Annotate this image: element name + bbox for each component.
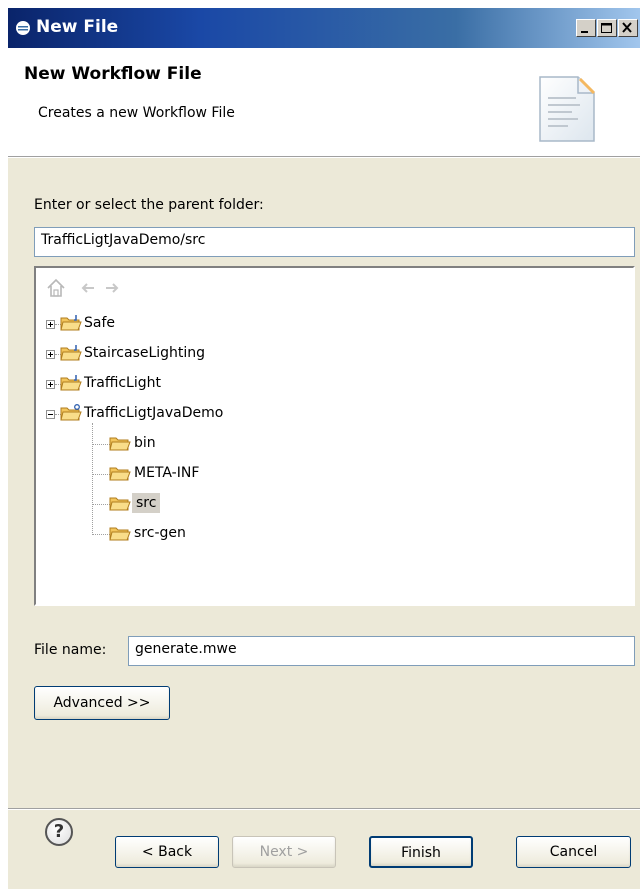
parent-folder-label: Enter or select the parent folder: [34,197,264,213]
folder-icon [109,437,131,451]
parent-folder-input[interactable]: TrafficLigtJavaDemo/src [34,227,635,257]
new-file-banner-icon [539,76,596,142]
forward-arrow-icon[interactable] [102,278,122,298]
title-bar[interactable]: New File [8,8,640,48]
tree-item-src-gen[interactable]: src-gen [92,522,252,546]
file-name-label: File name: [34,642,107,658]
left-edge [0,8,8,889]
top-strip [0,0,640,8]
expand-icon[interactable] [46,320,55,329]
header-separator [8,157,640,158]
help-icon[interactable]: ? [45,818,73,846]
home-icon[interactable] [46,278,66,298]
tree-item-label-selected: src [132,493,161,513]
file-name-input[interactable]: generate.mwe [128,636,635,666]
window-title: New File [36,17,119,37]
expand-icon[interactable] [46,350,55,359]
folder-icon [109,467,131,481]
new-file-dialog: New File New Workflow File Creates a new… [0,0,640,889]
tree-item-safe[interactable]: Safe [46,312,246,336]
tree-item-label: StaircaseLighting [84,345,206,361]
tree-item-staircaselighting[interactable]: StaircaseLighting [46,342,306,366]
folder-icon [109,497,131,511]
tree-item-meta-inf[interactable]: META-INF [92,462,252,486]
maximize-icon [601,23,612,33]
tree-item-label: TrafficLight [84,375,161,391]
collapse-icon[interactable] [46,410,55,419]
wizard-title: New Workflow File [24,64,202,84]
tree-item-bin[interactable]: bin [92,432,212,456]
tree-connector [92,534,110,536]
tree-item-label: META-INF [134,465,200,481]
wizard-header: New Workflow File Creates a new Workflow… [8,48,640,157]
minimize-button[interactable] [576,19,596,37]
minimize-icon [581,31,588,33]
eclipse-app-icon [16,21,30,35]
advanced-button[interactable]: Advanced >> [34,686,170,720]
back-button[interactable]: < Back [115,836,219,868]
close-button[interactable] [618,19,638,37]
wizard-description: Creates a new Workflow File [38,105,235,121]
tree-item-label: src-gen [134,525,186,541]
tree-item-src[interactable]: src [92,492,212,516]
tree-item-label: bin [134,435,156,451]
java-project-folder-icon [60,404,82,421]
tree-item-label: TrafficLigtJavaDemo [84,405,224,421]
close-icon [622,22,632,33]
expand-icon[interactable] [46,380,55,389]
folder-icon [109,527,131,541]
tree-connector [92,504,110,506]
maximize-button[interactable] [597,19,617,37]
finish-button[interactable]: Finish [369,836,473,868]
next-button[interactable]: Next > [232,836,336,868]
tree-item-trafficlight[interactable]: TrafficLight [46,372,266,396]
back-arrow-icon[interactable] [78,278,98,298]
cancel-button[interactable]: Cancel [516,836,631,868]
tree-item-trafficligtjavademo[interactable]: TrafficLigtJavaDemo [46,402,326,426]
footer-separator-highlight [8,809,640,810]
project-folder-icon [60,315,82,331]
tree-connector [92,474,110,476]
project-folder-icon [60,345,82,361]
tree-item-label: Safe [84,315,116,331]
folder-tree[interactable]: Safe StaircaseLighting TrafficLight Traf… [34,266,635,606]
tree-connector [92,444,110,446]
project-folder-icon [60,375,82,391]
